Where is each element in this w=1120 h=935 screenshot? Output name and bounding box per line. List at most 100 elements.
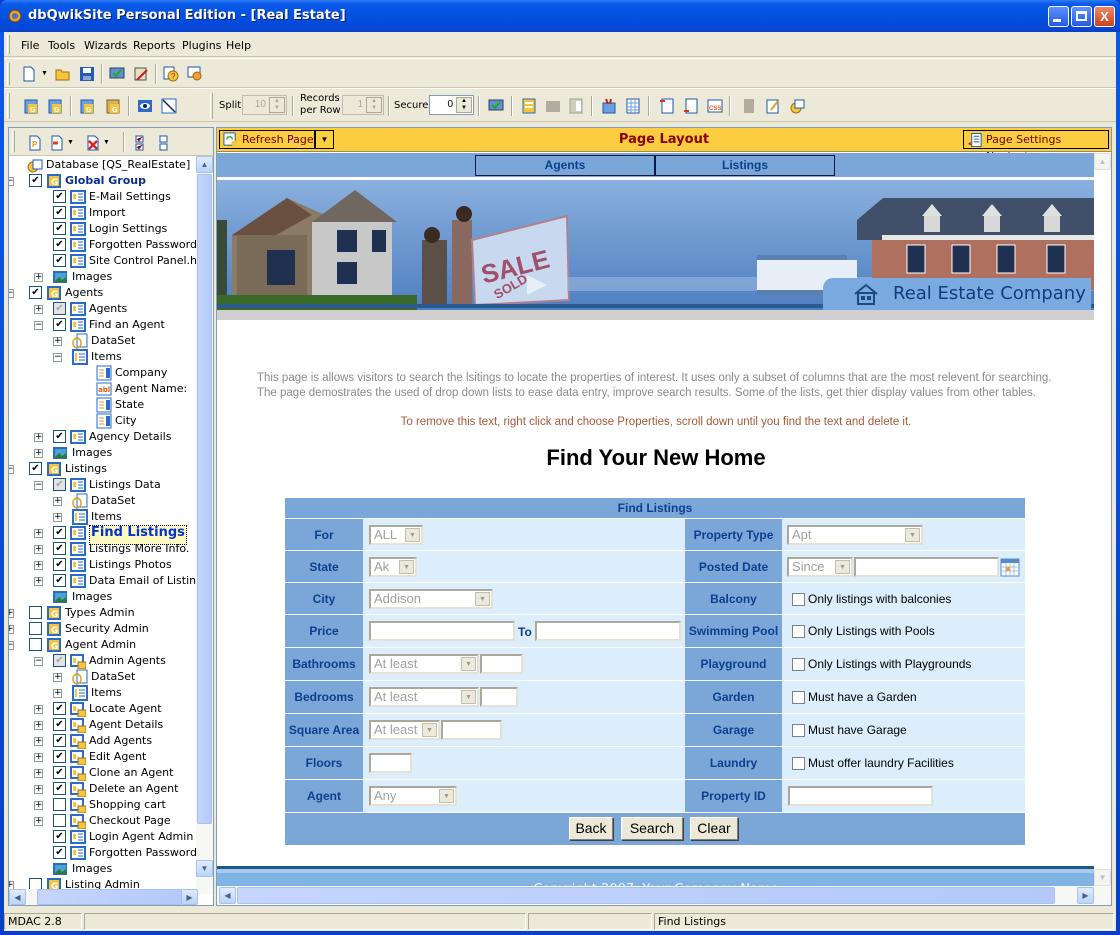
tree-checkbox[interactable]: ✔	[53, 734, 66, 747]
help-icon[interactable]: ?	[163, 66, 179, 82]
calendar-icon[interactable]	[1000, 558, 1020, 577]
settings-gear-icon[interactable]	[187, 66, 203, 82]
menu-plugins[interactable]: Plugins	[182, 39, 221, 52]
swimming-pool-checkbox-label[interactable]: Only Listings with Pools	[808, 624, 935, 638]
tree-node[interactable]: − ✔ G Global Group	[9, 173, 197, 189]
chevron-down-icon[interactable]: ▼	[422, 723, 437, 737]
page-horizontal-scrollbar[interactable]: ◀ ▶	[217, 886, 1111, 905]
tree-checkbox[interactable]	[29, 638, 42, 651]
expand-icon[interactable]: +	[34, 817, 43, 826]
expand-icon[interactable]: +	[34, 753, 43, 762]
bedrooms-input[interactable]	[480, 687, 518, 707]
chevron-down-icon[interactable]: ▼	[905, 528, 920, 542]
tree-checkbox[interactable]: ✔	[29, 174, 42, 187]
database-edit-icon[interactable]	[789, 98, 805, 114]
garden-checkbox[interactable]	[792, 691, 805, 704]
expand-icon[interactable]: +	[34, 545, 43, 554]
tree-node[interactable]: + ✔ Data Email of Listings	[9, 573, 197, 589]
tree-node-label[interactable]: Agents	[89, 301, 127, 317]
tree-node[interactable]: Images	[9, 589, 197, 605]
tree-node[interactable]: + ✔ Edit Agent	[9, 749, 197, 766]
wizard-icon[interactable]	[133, 66, 149, 82]
garage-checkbox-label[interactable]: Must have Garage	[808, 723, 907, 737]
tree-node[interactable]: + Images	[9, 445, 197, 461]
tree-node-label[interactable]: Agents	[65, 285, 103, 301]
tree-node-label[interactable]: Agent Details	[89, 717, 163, 733]
expand-icon[interactable]: +	[34, 577, 43, 586]
tree-node-label[interactable]: Shopping cart	[89, 797, 166, 813]
chevron-down-icon[interactable]: ▼	[439, 789, 454, 803]
tree-node-label[interactable]: Listings Photos	[89, 557, 172, 573]
back-button[interactable]: Back	[569, 817, 613, 840]
expand-icon[interactable]: +	[34, 769, 43, 778]
tree-node-label[interactable]: Items	[91, 509, 122, 525]
menu-help[interactable]: Help	[226, 39, 251, 52]
tree-node-label[interactable]: Admin Agents	[89, 653, 166, 669]
price-to-input[interactable]	[535, 621, 681, 641]
scroll-right-icon[interactable]: ▶	[181, 889, 198, 905]
tree-node-label[interactable]: Listings	[65, 461, 107, 477]
tree-node-label[interactable]: Login Agent Admin	[89, 829, 193, 845]
scroll-left-icon[interactable]: ◀	[219, 887, 236, 904]
tree-horizontal-scrollbar[interactable]: ◀ ▶	[9, 889, 198, 905]
scroll-down-icon[interactable]: ▼	[1094, 869, 1111, 886]
clear-button[interactable]: Clear	[690, 817, 738, 840]
bedrooms-select[interactable]: At least ▼	[369, 687, 479, 707]
tree-node-label[interactable]: Company	[115, 365, 167, 381]
posted-date-select[interactable]: Since ▼	[787, 557, 853, 577]
import-page-icon[interactable]	[659, 98, 675, 114]
menu-reports[interactable]: Reports	[133, 39, 175, 52]
scroll-down-icon[interactable]: ▼	[196, 860, 213, 877]
publish-monitor-icon[interactable]	[109, 66, 125, 82]
tree-node-label[interactable]: Images	[72, 445, 112, 461]
tree-node-label[interactable]: Edit Agent	[89, 749, 146, 765]
tree-node[interactable]: + ✔ Listings More Info.	[9, 541, 197, 557]
tree-node-label[interactable]: E-Mail Settings	[89, 189, 171, 205]
tree-node[interactable]: + ✔ Agency Details	[9, 429, 197, 445]
tree-checkbox[interactable]: ✔	[53, 478, 66, 491]
collapse-icon[interactable]: −	[9, 177, 14, 186]
tree-node-label[interactable]: Listings More Info.	[89, 541, 189, 557]
tree-node[interactable]: − ✔ Listings Data	[9, 477, 197, 493]
tree-node[interactable]: + ✔ Listings Photos	[9, 557, 197, 573]
balcony-checkbox[interactable]	[792, 593, 805, 606]
tree-node[interactable]: + Items	[9, 685, 197, 701]
add-page-icon[interactable]	[49, 135, 65, 151]
tree-checkbox[interactable]: ✔	[53, 702, 66, 715]
toolbar-grip[interactable]	[7, 63, 10, 85]
tree-node-label[interactable]: Images	[72, 269, 112, 285]
tree-node[interactable]: − Items	[9, 349, 197, 365]
tree-node[interactable]: ✔ Forgotten Password	[9, 237, 197, 253]
garden-checkbox-label[interactable]: Must have a Garden	[808, 690, 917, 704]
tree-node-label[interactable]: Forgotten Password	[89, 845, 197, 861]
tree-node[interactable]: + Images	[9, 269, 197, 285]
collapse-icon[interactable]: −	[9, 289, 14, 298]
expand-icon[interactable]: +	[34, 721, 43, 730]
line-tool-icon[interactable]	[161, 98, 177, 114]
new-page-icon[interactable]	[21, 66, 37, 82]
chevron-down-icon[interactable]: ▼	[461, 657, 476, 671]
tree-node-label[interactable]: Login Settings	[89, 221, 167, 237]
tree-node[interactable]: − ✔ G Listings	[9, 461, 197, 477]
tree-node[interactable]: + G Types Admin	[9, 605, 197, 621]
laundry-checkbox[interactable]	[792, 757, 805, 770]
tree-node-label[interactable]: Forgotten Password	[89, 237, 197, 253]
scroll-thumb[interactable]	[237, 887, 1055, 904]
tree-node[interactable]: + Checkout Page	[9, 813, 197, 830]
menu-grip[interactable]	[7, 35, 10, 54]
tree-node-label[interactable]: Agent Admin	[65, 637, 136, 653]
tree-node[interactable]: ✔ Login Agent Admin	[9, 829, 197, 845]
tree-node-label[interactable]: Locate Agent	[89, 701, 162, 717]
css-icon[interactable]: CSS	[707, 98, 723, 114]
tree-checkbox[interactable]: ✔	[53, 190, 66, 203]
tree-checkbox[interactable]	[29, 606, 42, 619]
panel-icon[interactable]	[545, 98, 561, 114]
tree-checkbox[interactable]: ✔	[53, 782, 66, 795]
scroll-up-icon[interactable]: ▲	[1094, 153, 1111, 170]
expand-icon[interactable]: +	[34, 273, 43, 282]
floors-input[interactable]	[369, 753, 412, 773]
tree-node-label[interactable]: City	[115, 413, 137, 429]
tree-node[interactable]: − ✔ G Agents	[9, 285, 197, 301]
tree-node-label[interactable]: Types Admin	[65, 605, 135, 621]
posted-date-input[interactable]	[854, 557, 999, 577]
